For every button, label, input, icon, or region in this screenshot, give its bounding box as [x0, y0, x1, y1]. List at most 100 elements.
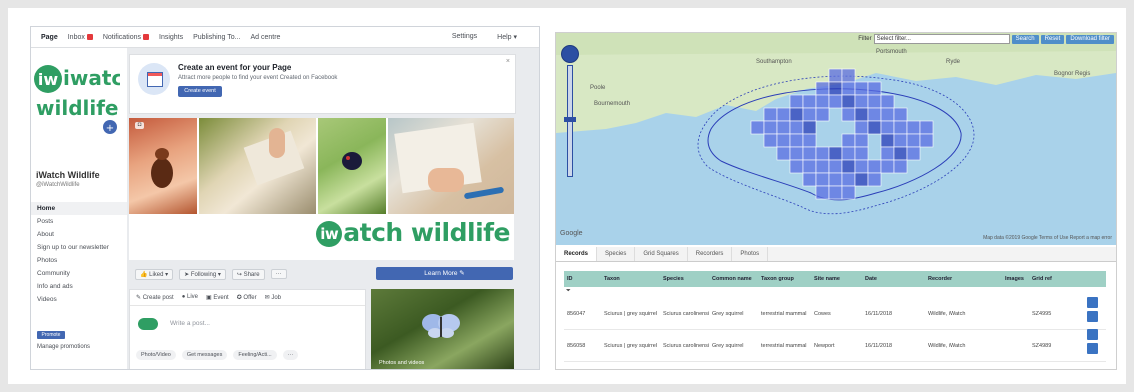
composer-button[interactable]: Feeling/Acti... — [233, 350, 277, 360]
top-tab-5[interactable]: Ad centre — [250, 34, 280, 41]
top-tab-1[interactable]: Inbox — [68, 34, 93, 41]
grid-square[interactable] — [854, 146, 869, 161]
top-tab-3[interactable]: Insights — [159, 34, 183, 41]
grid-square[interactable] — [867, 120, 882, 135]
grid-square[interactable] — [789, 120, 804, 135]
settings-link[interactable]: Settings — [452, 33, 477, 41]
grid-square[interactable] — [893, 133, 908, 148]
grid-square[interactable] — [802, 159, 817, 174]
grid-square[interactable] — [880, 94, 895, 109]
grid-square[interactable] — [841, 68, 856, 83]
grid-square[interactable] — [880, 107, 895, 122]
grid-square[interactable] — [828, 172, 843, 187]
pan-icon[interactable] — [561, 45, 579, 63]
column-header[interactable]: Species — [660, 271, 709, 287]
help-link[interactable]: Help ▾ — [497, 33, 517, 41]
grid-square[interactable] — [854, 172, 869, 187]
column-header[interactable]: Site name — [811, 271, 862, 287]
column-header[interactable]: Taxon — [601, 271, 660, 287]
grid-square[interactable] — [815, 159, 830, 174]
close-icon[interactable]: × — [506, 58, 510, 65]
grid-square[interactable] — [893, 159, 908, 174]
grid-square[interactable] — [854, 81, 869, 96]
grid-square[interactable] — [815, 185, 830, 200]
page-action-button[interactable]: ··· — [270, 269, 287, 279]
grid-square[interactable] — [893, 107, 908, 122]
composer-tab[interactable]: ✪ Offer — [237, 294, 257, 301]
column-header[interactable]: ID — [564, 271, 601, 287]
composer-button[interactable]: ··· — [282, 350, 299, 360]
grid-square[interactable] — [867, 94, 882, 109]
column-header[interactable]: Recorder — [925, 271, 1002, 287]
grid-square[interactable] — [854, 133, 869, 148]
sidebar-item-7[interactable]: Videos — [31, 293, 127, 306]
grid-square[interactable] — [854, 120, 869, 135]
grid-square[interactable] — [802, 94, 817, 109]
page-action-button[interactable]: 👍 Liked ▾ — [135, 268, 174, 280]
grid-square[interactable] — [763, 133, 778, 148]
grid-square[interactable] — [763, 107, 778, 122]
composer-tab[interactable]: ✎ Create post — [136, 294, 174, 301]
grid-square[interactable] — [828, 185, 843, 200]
column-header[interactable]: Common name — [709, 271, 758, 287]
grid-square[interactable] — [841, 133, 856, 148]
grid-square[interactable] — [776, 133, 791, 148]
grid-square[interactable] — [867, 107, 882, 122]
grid-square[interactable] — [880, 133, 895, 148]
sidebar-item-3[interactable]: Sign up to our newsletter — [31, 241, 127, 254]
grid-square[interactable] — [893, 146, 908, 161]
composer-tab[interactable]: ● Live — [182, 294, 198, 301]
sidebar-item-5[interactable]: Community — [31, 267, 127, 280]
grid-square[interactable] — [893, 120, 908, 135]
zoom-control[interactable] — [561, 45, 579, 177]
edit-icon[interactable] — [1087, 329, 1098, 340]
column-header[interactable]: Taxon group — [758, 271, 811, 287]
grid-square[interactable] — [841, 159, 856, 174]
table-row[interactable]: 856058 Sciurus | grey squirrel Sciurus car… — [564, 331, 1106, 362]
grid-square[interactable] — [867, 159, 882, 174]
grid-square[interactable] — [815, 172, 830, 187]
camera-icon[interactable]: ◘ — [135, 122, 144, 129]
grid-square[interactable] — [854, 159, 869, 174]
grid-square[interactable] — [789, 146, 804, 161]
tab-records[interactable]: Records — [556, 247, 598, 261]
grid-square[interactable] — [919, 120, 934, 135]
grid-square[interactable] — [789, 133, 804, 148]
page-action-button[interactable]: ↪ Share — [231, 268, 265, 280]
tab-recorders[interactable]: Recorders — [688, 247, 733, 261]
sidebar-item-1[interactable]: Posts — [31, 215, 127, 228]
learn-more-button[interactable]: Learn More ✎ — [376, 267, 513, 280]
grid-square[interactable] — [789, 107, 804, 122]
grid-square[interactable] — [828, 94, 843, 109]
column-header[interactable]: Grid ref — [1029, 271, 1102, 287]
map-canvas[interactable]: Portsmouth Southampton Bournemouth Poole… — [556, 33, 1116, 245]
column-header[interactable]: Date — [862, 271, 925, 287]
composer-button[interactable]: Photo/Video — [136, 350, 176, 360]
grid-square[interactable] — [841, 94, 856, 109]
grid-square[interactable] — [763, 120, 778, 135]
grid-square[interactable] — [802, 146, 817, 161]
grid-square[interactable] — [750, 120, 765, 135]
manage-promotions-link[interactable]: Manage promotions — [37, 344, 90, 350]
filter-select[interactable]: Select filter... — [873, 34, 1010, 44]
grid-square[interactable] — [776, 146, 791, 161]
top-tab-2[interactable]: Notifications — [103, 34, 149, 41]
top-tab-4[interactable]: Publishing To... — [193, 34, 240, 41]
grid-square[interactable] — [802, 120, 817, 135]
grid-square[interactable] — [919, 133, 934, 148]
grid-square[interactable] — [880, 146, 895, 161]
grid-square[interactable] — [841, 81, 856, 96]
promote-button[interactable]: Promote — [37, 331, 65, 339]
zoom-slider-handle[interactable] — [564, 117, 576, 122]
grid-square[interactable] — [828, 159, 843, 174]
grid-square[interactable] — [841, 185, 856, 200]
tab-grid-squares[interactable]: Grid Squares — [635, 247, 688, 261]
grid-square[interactable] — [815, 107, 830, 122]
grid-square[interactable] — [880, 159, 895, 174]
grid-square[interactable] — [802, 172, 817, 187]
grid-square[interactable] — [828, 81, 843, 96]
search-button[interactable]: Search — [1011, 34, 1039, 44]
grid-square[interactable] — [906, 133, 921, 148]
grid-square[interactable] — [789, 94, 804, 109]
grid-square[interactable] — [802, 133, 817, 148]
